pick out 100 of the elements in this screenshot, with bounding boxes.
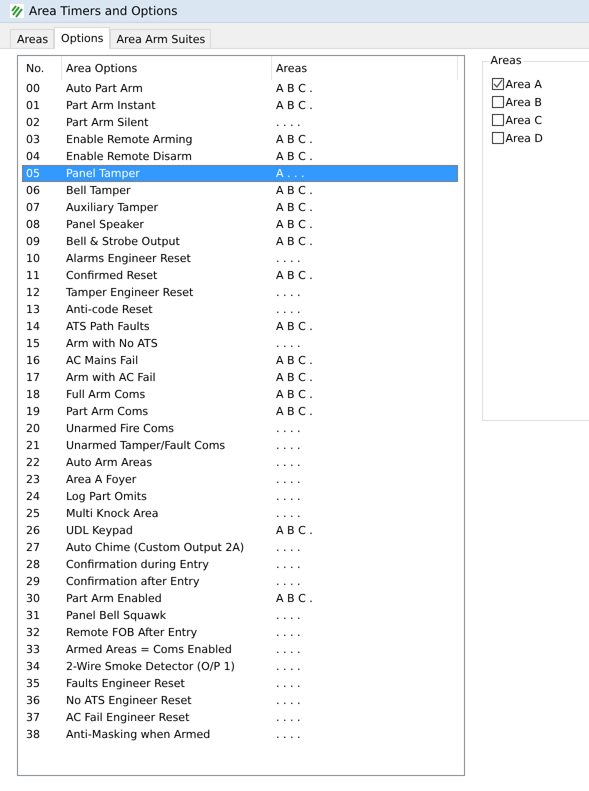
table-cell-text: 37	[25, 711, 41, 724]
table-cell-text: Part Arm Coms	[65, 405, 150, 418]
list-row[interactable]: 02 Part Arm Silent . . . .	[22, 114, 458, 131]
table-cell-text: . . . .	[275, 337, 302, 350]
column-header[interactable]: Areas	[272, 56, 458, 80]
app-logo-icon	[10, 4, 24, 18]
list-row[interactable]: 11 Confirmed Reset A B C .	[22, 267, 458, 284]
list-row[interactable]: 34 2-Wire Smoke Detector (O/P 1) . . . .	[22, 658, 458, 675]
table-cell-text: 14	[25, 320, 41, 333]
table-cell-text: . . . .	[275, 694, 302, 707]
table-cell-text: . . . .	[275, 643, 302, 656]
table-cell-text: Confirmation after Entry	[65, 575, 200, 588]
list-row[interactable]: 06 Bell Tamper A B C .	[22, 182, 458, 199]
list-row[interactable]: 26 UDL Keypad A B C .	[22, 522, 458, 539]
tab[interactable]: Area Arm Suites	[110, 29, 212, 48]
list-row[interactable]: 38 Anti-Masking when Armed . . . .	[22, 726, 458, 743]
list-row[interactable]: 22 Auto Arm Areas . . . .	[22, 454, 458, 471]
table-cell-text: 36	[25, 694, 41, 707]
table-cell-text: A B C .	[275, 371, 314, 384]
table-cell-text: . . . .	[275, 541, 302, 554]
list-row[interactable]: 37 AC Fail Engineer Reset . . . .	[22, 709, 458, 726]
table-cell-text: A B C .	[275, 184, 314, 197]
table-cell-text: Armed Areas = Coms Enabled	[65, 643, 233, 656]
list-row[interactable]: 07 Auxiliary Tamper A B C .	[22, 199, 458, 216]
table-cell-text: A B C .	[275, 82, 314, 95]
list-row[interactable]: 14 ATS Path Faults A B C .	[22, 318, 458, 335]
table-cell-text: Unarmed Tamper/Fault Coms	[65, 439, 226, 452]
list-row[interactable]: 28 Confirmation during Entry . . . .	[22, 556, 458, 573]
table-cell-text: A B C .	[275, 99, 314, 112]
table-cell-text: . . . .	[275, 303, 302, 316]
table-cell-text: A B C .	[275, 150, 314, 163]
list-row[interactable]: 10 Alarms Engineer Reset . . . .	[22, 250, 458, 267]
table-cell-text: Remote FOB After Entry	[65, 626, 198, 639]
tab[interactable]: Options	[54, 27, 110, 49]
group-title: Areas	[488, 54, 524, 67]
table-cell-text: Enable Remote Arming	[65, 133, 194, 146]
list-row[interactable]: 19 Part Arm Coms A B C .	[22, 403, 458, 420]
table-cell-text: . . . .	[275, 626, 302, 639]
table-cell-text: Unarmed Fire Coms	[65, 422, 176, 435]
list-row[interactable]: 09 Bell & Strobe Output A B C .	[22, 233, 458, 250]
table-cell-text: . . . .	[275, 677, 302, 690]
table-cell-text: Confirmation during Entry	[65, 558, 210, 571]
table-cell-text: A B C .	[275, 235, 314, 248]
table-cell-text: A . . .	[275, 167, 306, 180]
list-row[interactable]: 23 Area A Foyer . . . .	[22, 471, 458, 488]
column-header[interactable]: No.	[22, 56, 62, 80]
table-cell-text: Arm with AC Fail	[65, 371, 157, 384]
table-cell-text: . . . .	[275, 558, 302, 571]
table-cell-text: Part Arm Silent	[65, 116, 150, 129]
checkbox[interactable]	[492, 78, 504, 90]
list-row[interactable]: 03 Enable Remote Arming A B C .	[22, 131, 458, 148]
list-row[interactable]: 24 Log Part Omits . . . .	[22, 488, 458, 505]
table-cell-text: 32	[25, 626, 41, 639]
checkbox-label: Area C	[506, 114, 542, 126]
list-row[interactable]: 31 Panel Bell Squawk . . . .	[22, 607, 458, 624]
checkbox[interactable]	[492, 114, 504, 126]
list-row[interactable]: 16 AC Mains Fail A B C .	[22, 352, 458, 369]
checkbox[interactable]	[492, 96, 504, 108]
column-header[interactable]: Area Options	[62, 56, 272, 80]
tab[interactable]: Areas	[10, 29, 54, 48]
table-cell-text: 28	[25, 558, 41, 571]
list-row[interactable]: 33 Armed Areas = Coms Enabled . . . .	[22, 641, 458, 658]
table-cell-text: 29	[25, 575, 41, 588]
table-cell-text: Bell Tamper	[65, 184, 132, 197]
table-cell-text: 19	[25, 405, 41, 418]
list-row[interactable]: 20 Unarmed Fire Coms . . . .	[22, 420, 458, 437]
table-cell-text: . . . .	[275, 286, 302, 299]
list-row[interactable]: 17 Arm with AC Fail A B C .	[22, 369, 458, 386]
table-cell-text: 26	[25, 524, 41, 537]
table-cell-text: 33	[25, 643, 41, 656]
list-row[interactable]: 00 Auto Part Arm A B C .	[22, 80, 458, 97]
table-cell-text: 05	[25, 167, 41, 180]
list-row[interactable]: 15 Arm with No ATS . . . .	[22, 335, 458, 352]
list-row[interactable]: 36 No ATS Engineer Reset . . . .	[22, 692, 458, 709]
table-cell-text: AC Fail Engineer Reset	[65, 711, 190, 724]
table-cell-text: Panel Speaker	[65, 218, 145, 231]
list-row[interactable]: 01 Part Arm Instant A B C .	[22, 97, 458, 114]
table-cell-text: Area A Foyer	[65, 473, 138, 486]
list-row[interactable]: 27 Auto Chime (Custom Output 2A) . . . .	[22, 539, 458, 556]
checkbox[interactable]	[492, 132, 504, 144]
table-cell-text: . . . .	[275, 116, 302, 129]
list-row[interactable]: 32 Remote FOB After Entry . . . .	[22, 624, 458, 641]
table-cell-text: . . . .	[275, 473, 302, 486]
table-cell-text: 21	[25, 439, 41, 452]
list-row[interactable]: 25 Multi Knock Area . . . .	[22, 505, 458, 522]
list-row[interactable]: 08 Panel Speaker A B C .	[22, 216, 458, 233]
table-cell-text: A B C .	[275, 388, 314, 401]
list-row[interactable]: 29 Confirmation after Entry . . . .	[22, 573, 458, 590]
list-row[interactable]: 04 Enable Remote Disarm A B C .	[22, 148, 458, 165]
table-cell-text: 31	[25, 609, 41, 622]
list-row[interactable]: 35 Faults Engineer Reset . . . .	[22, 675, 458, 692]
list-row[interactable]: 18 Full Arm Coms A B C .	[22, 386, 458, 403]
list-row[interactable]: 13 Anti-code Reset . . . .	[22, 301, 458, 318]
list-row[interactable]: 30 Part Arm Enabled A B C .	[22, 590, 458, 607]
table-cell-text: 34	[25, 660, 41, 673]
table-cell-text: Faults Engineer Reset	[65, 677, 186, 690]
table-cell-text: . . . .	[275, 711, 302, 724]
list-row[interactable]: 21 Unarmed Tamper/Fault Coms . . . .	[22, 437, 458, 454]
list-row[interactable]: 12 Tamper Engineer Reset . . . .	[22, 284, 458, 301]
table-cell-text: Auto Part Arm	[65, 82, 144, 95]
